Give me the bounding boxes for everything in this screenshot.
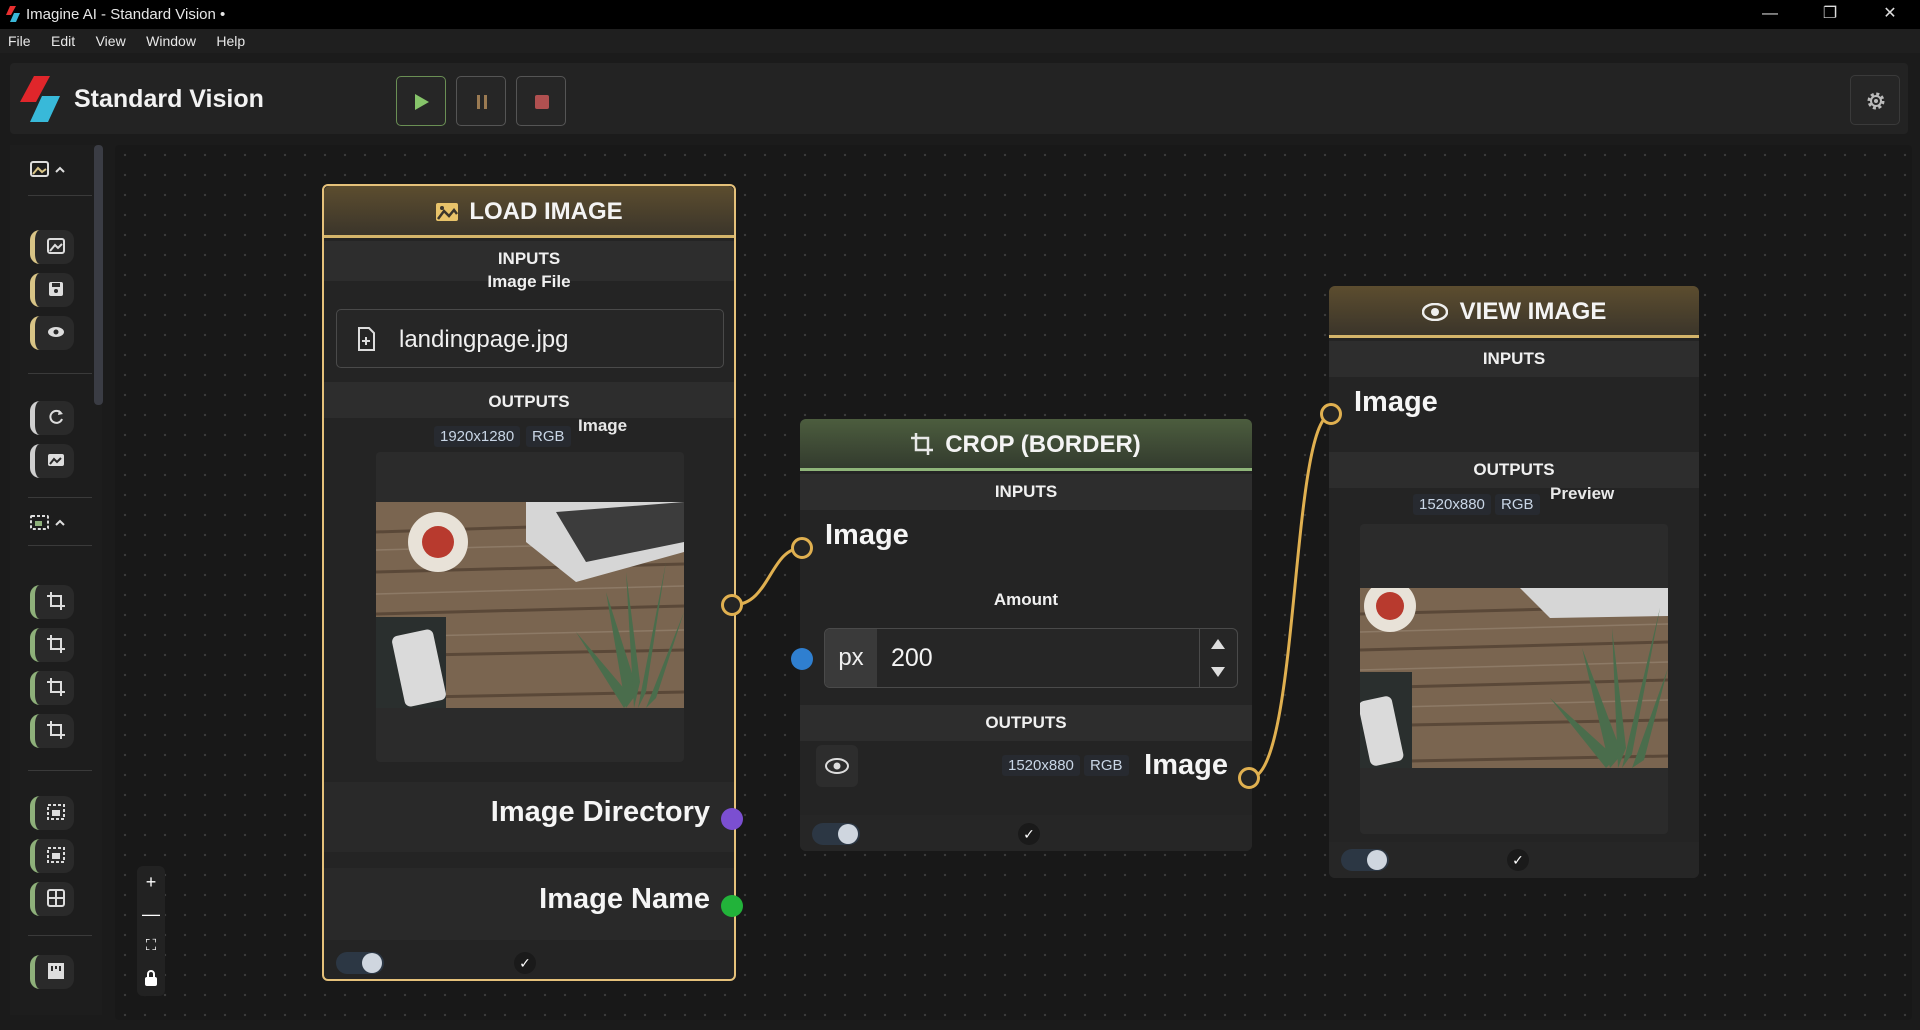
- zoom-in-button[interactable]: +: [137, 866, 165, 898]
- toggle-knob: [838, 824, 858, 844]
- node-enabled-toggle[interactable]: [336, 952, 384, 974]
- crop-border-node-header[interactable]: CROP (BORDER): [800, 419, 1252, 471]
- connection-load-to-crop: [732, 546, 803, 607]
- view-image-input-handle[interactable]: [1320, 403, 1342, 425]
- image-file-label: Image File: [487, 272, 571, 291]
- fit-view-button[interactable]: ⛶: [137, 930, 165, 962]
- preview-frame: [1360, 524, 1668, 834]
- node-enabled-toggle[interactable]: [1341, 849, 1389, 871]
- crop-outputs-label: OUTPUTS: [985, 713, 1067, 732]
- toggle-knob: [1367, 850, 1387, 870]
- load-image-title: LOAD IMAGE: [469, 198, 623, 225]
- resolution-badge: 1520x880: [1413, 494, 1491, 515]
- preview-label: Preview: [1550, 484, 1615, 503]
- load-image-output-handle[interactable]: [721, 594, 743, 616]
- load-image-node-header[interactable]: LOAD IMAGE: [324, 186, 734, 238]
- lock-canvas-button[interactable]: [137, 962, 165, 994]
- eye-icon: [825, 758, 849, 774]
- view-image-node[interactable]: VIEW IMAGE INPUTS Image OUTPUTS 1520x880…: [1329, 286, 1699, 878]
- image-name-label: Image Name: [539, 883, 710, 915]
- crop-border-title: CROP (BORDER): [945, 431, 1141, 458]
- zoom-out-button[interactable]: —: [137, 898, 165, 930]
- color-mode-badge: RGB: [1495, 494, 1540, 515]
- file-name: landingpage.jpg: [399, 326, 569, 353]
- crop-inputs-label: INPUTS: [994, 482, 1058, 501]
- crop-icon: [911, 433, 934, 455]
- image-preview: [376, 502, 684, 708]
- crop-image-input-handle[interactable]: [791, 537, 813, 559]
- amount-value[interactable]: 200: [891, 644, 933, 673]
- amount-input-handle[interactable]: [791, 648, 813, 670]
- crop-border-node[interactable]: CROP (BORDER) INPUTS Image Amount px 200…: [800, 419, 1252, 851]
- color-mode-badge: RGB: [1084, 755, 1129, 776]
- crop-image-output-handle[interactable]: [1238, 767, 1260, 789]
- view-outputs-label: OUTPUTS: [1473, 460, 1555, 479]
- view-image-input-label: Image: [1354, 386, 1438, 418]
- image-preview-frame: [376, 452, 684, 762]
- eye-icon: [1421, 302, 1448, 322]
- node-status-check-icon: ✓: [1018, 823, 1040, 845]
- stepper-divider: [1199, 629, 1200, 687]
- resolution-badge: 1920x1280: [434, 426, 521, 447]
- node-enabled-toggle[interactable]: [812, 823, 860, 845]
- crop-image-input-label: Image: [825, 519, 909, 551]
- amount-stepper[interactable]: [1207, 635, 1229, 683]
- image-output-label: Image: [578, 416, 628, 435]
- image-file-input[interactable]: landingpage.jpg: [336, 309, 724, 368]
- image-icon: [436, 203, 459, 221]
- crop-image-output-label: Image: [1144, 749, 1228, 781]
- zoom-controls: + — ⛶: [137, 866, 165, 996]
- load-outputs-label: OUTPUTS: [488, 392, 570, 411]
- connection-crop-to-view: [1249, 412, 1333, 780]
- cropped-image-preview: [1360, 588, 1668, 768]
- load-image-node[interactable]: LOAD IMAGE INPUTS Image File landingpage…: [322, 184, 736, 981]
- resolution-badge: 1520x880: [1002, 755, 1080, 776]
- amount-input[interactable]: px 200: [824, 628, 1238, 688]
- view-image-title: VIEW IMAGE: [1459, 298, 1607, 325]
- image-directory-output-handle[interactable]: [721, 808, 743, 830]
- image-directory-label: Image Directory: [490, 796, 710, 828]
- node-status-check-icon: ✓: [514, 952, 536, 974]
- image-name-output-handle[interactable]: [721, 895, 743, 917]
- view-inputs-label: INPUTS: [1482, 349, 1546, 368]
- lock-icon: [145, 970, 157, 986]
- amount-unit: px: [825, 629, 877, 687]
- node-status-check-icon: ✓: [1507, 849, 1529, 871]
- file-add-icon: [358, 327, 375, 351]
- view-image-node-header[interactable]: VIEW IMAGE: [1329, 286, 1699, 338]
- toggle-knob: [362, 953, 382, 973]
- color-mode-badge: RGB: [526, 426, 571, 447]
- preview-toggle-button[interactable]: [816, 745, 858, 787]
- load-inputs-label: INPUTS: [497, 249, 561, 268]
- amount-label: Amount: [993, 590, 1059, 609]
